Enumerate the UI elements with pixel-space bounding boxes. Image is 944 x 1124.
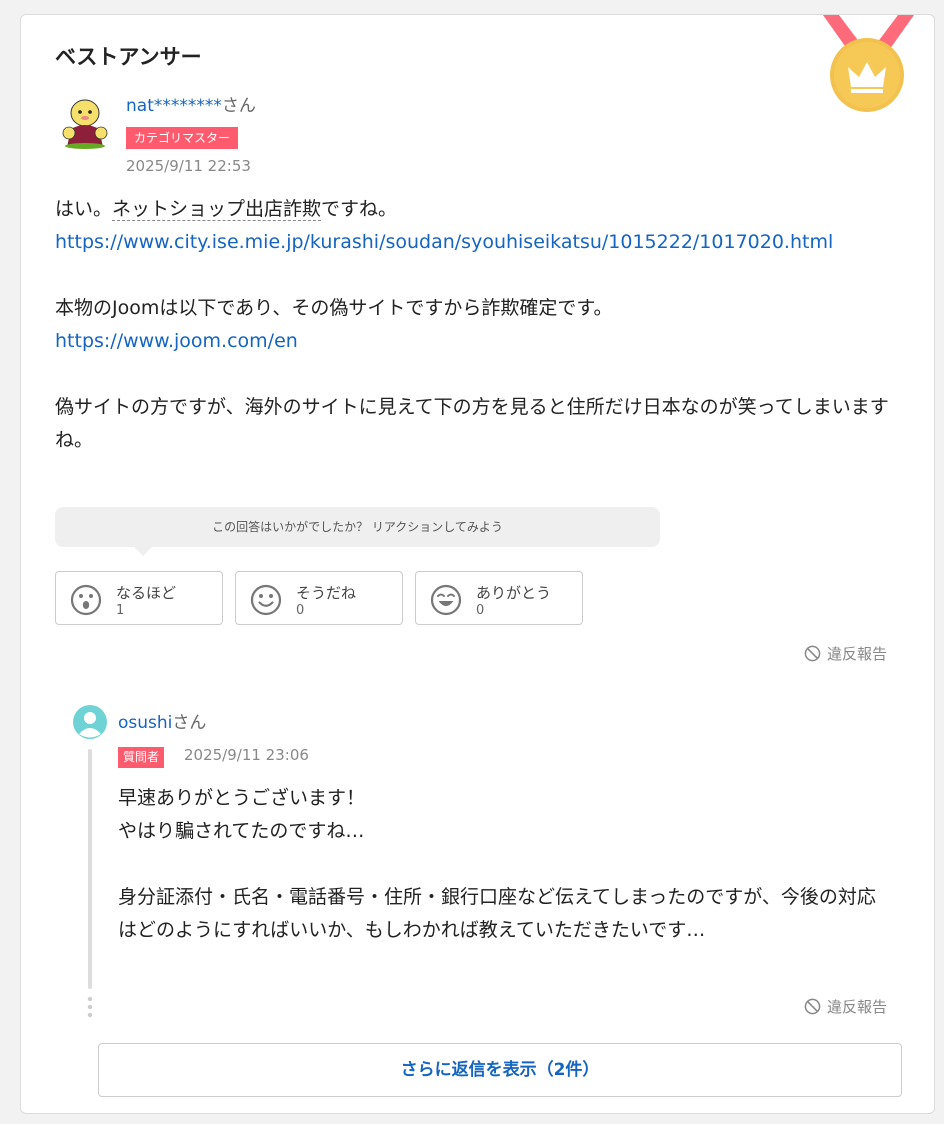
reaction-soudane-button[interactable]: そうだね 0 bbox=[235, 571, 403, 625]
answer-paragraph: 本物のJoomは以下であり、その偽サイトですから詐欺確定です。 bbox=[55, 297, 613, 319]
user-avatar[interactable] bbox=[55, 91, 115, 151]
reaction-label: ありがとう bbox=[476, 584, 552, 602]
reaction-buttons: なるほど 1 そうだね 0 ありがとう 0 bbox=[55, 571, 583, 625]
text-fragment: ですね。 bbox=[321, 198, 398, 220]
reaction-count: 0 bbox=[476, 603, 485, 618]
answer-paragraph: 偽サイトの方ですが、海外のサイトに見えて下の方を見ると住所だけ日本なのが笑ってし… bbox=[55, 396, 889, 451]
category-master-badge: カテゴリマスター bbox=[126, 127, 239, 149]
reply-timestamp: 2025/9/11 23:06 bbox=[184, 746, 309, 764]
answer-paragraph: はい。ネットショップ出店詐欺ですね。 bbox=[55, 193, 905, 226]
answer-username[interactable]: nat********さん bbox=[126, 91, 256, 116]
section-title: ベストアンサー bbox=[55, 45, 202, 69]
honorific: さん bbox=[172, 713, 207, 733]
reply-body: 早速ありがとうございます！ やはり騙されてたのですね… 身分証添付・氏名・電話番… bbox=[118, 782, 888, 947]
reply-line bbox=[118, 848, 888, 881]
thread-dots-icon bbox=[87, 996, 93, 1018]
reply-report-link[interactable]: 違反報告 bbox=[804, 996, 887, 1017]
answer-timestamp: 2025/9/11 22:53 bbox=[126, 157, 251, 175]
reaction-label: なるほど bbox=[116, 584, 177, 602]
answer-body: はい。ネットショップ出店詐欺ですね。 https://www.city.ise.… bbox=[55, 193, 905, 457]
reply-username-link[interactable]: osushi bbox=[118, 713, 172, 733]
reply-username[interactable]: osushiさん bbox=[118, 708, 206, 733]
reaction-prompt: この回答はいかがでしたか？ リアクションしてみよう bbox=[55, 507, 660, 547]
surprised-face-icon bbox=[70, 584, 102, 616]
username-link[interactable]: nat******** bbox=[126, 96, 222, 116]
reply-line: 身分証添付・氏名・電話番号・住所・銀行口座など伝えてしまったのですが、今後の対応… bbox=[118, 886, 876, 941]
answer-link-paragraph: https://www.joom.com/en bbox=[55, 325, 905, 358]
city-ise-link[interactable]: https://www.city.ise.mie.jp/kurashi/soud… bbox=[55, 231, 833, 253]
reaction-label: そうだね bbox=[296, 584, 357, 602]
prohibited-icon bbox=[804, 998, 821, 1015]
answer-link-paragraph: https://www.city.ise.mie.jp/kurashi/soud… bbox=[55, 226, 905, 259]
reply-line: 早速ありがとうございます！ bbox=[118, 787, 366, 809]
reaction-prompt-tail bbox=[133, 546, 153, 556]
honorific: さん bbox=[221, 96, 256, 116]
prohibited-icon bbox=[804, 645, 821, 662]
smile-face-icon bbox=[250, 584, 282, 616]
reaction-arigatou-button[interactable]: ありがとう 0 bbox=[415, 571, 583, 625]
reaction-naruhodo-button[interactable]: なるほど 1 bbox=[55, 571, 223, 625]
report-label: 違反報告 bbox=[827, 998, 888, 1016]
show-more-replies-button[interactable]: さらに返信を表示（2件） bbox=[98, 1043, 902, 1097]
reaction-count: 1 bbox=[116, 603, 125, 618]
answer-report-link[interactable]: 違反報告 bbox=[804, 643, 887, 664]
keyword-link[interactable]: ネットショップ出店詐欺 bbox=[112, 198, 322, 221]
reaction-count: 0 bbox=[296, 603, 305, 618]
best-answer-card: ベストアンサー nat********さん カテゴリマスター 2025/9/11… bbox=[20, 14, 935, 1114]
thread-line bbox=[88, 749, 92, 989]
grin-face-icon bbox=[430, 584, 462, 616]
text-fragment: はい。 bbox=[55, 198, 113, 220]
joom-link[interactable]: https://www.joom.com/en bbox=[55, 330, 298, 352]
reply-line: やはり騙されてたのですね… bbox=[118, 820, 365, 842]
report-label: 違反報告 bbox=[827, 645, 888, 663]
asker-badge: 質問者 bbox=[118, 747, 165, 768]
crown-medal-icon bbox=[823, 15, 914, 112]
reply-avatar[interactable] bbox=[73, 705, 107, 739]
